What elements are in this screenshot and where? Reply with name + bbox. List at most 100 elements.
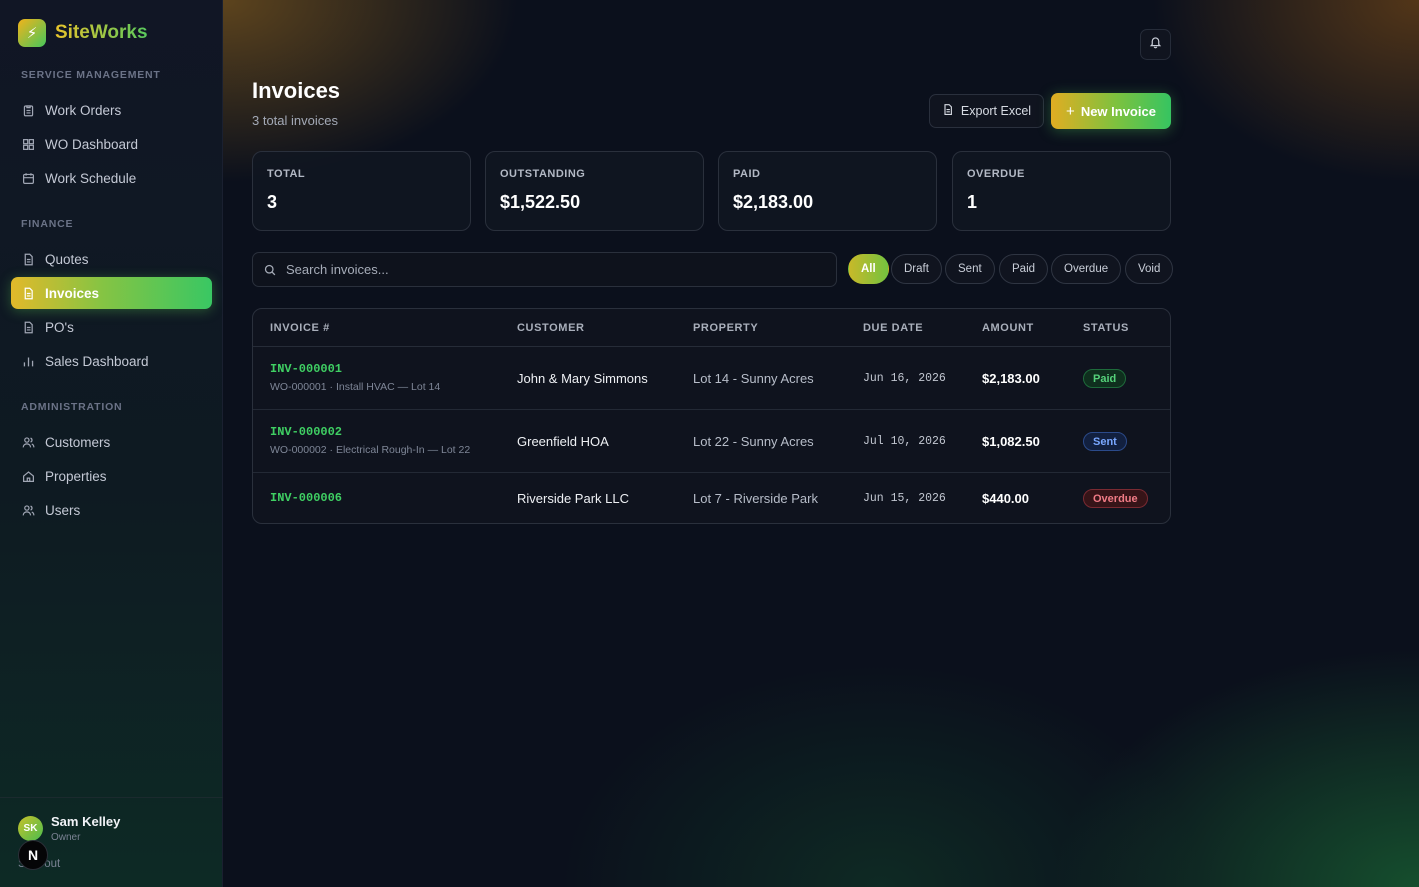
nav-section-administration: ADMINISTRATION bbox=[21, 401, 123, 413]
nav-section-finance: FINANCE bbox=[21, 218, 74, 230]
search-box bbox=[252, 252, 837, 287]
calendar-icon bbox=[22, 172, 35, 185]
sidebar-item-label: Sales Dashboard bbox=[45, 353, 149, 369]
stat-value: 3 bbox=[267, 192, 278, 212]
document-icon bbox=[22, 287, 35, 300]
clipboard-icon bbox=[22, 104, 35, 117]
brand[interactable]: ⚡ SiteWorks bbox=[0, 0, 222, 48]
property-cell: Lot 22 - Sunny Acres bbox=[693, 434, 814, 449]
due-date-cell: Jun 15, 2026 bbox=[863, 492, 946, 505]
property-cell: Lot 7 - Riverside Park bbox=[693, 491, 818, 506]
avatar[interactable]: SK bbox=[18, 816, 43, 841]
new-invoice-button[interactable]: + New Invoice bbox=[1051, 93, 1171, 129]
sidebar-item-label: Work Orders bbox=[45, 102, 122, 118]
column-header[interactable]: INVOICE # bbox=[270, 322, 330, 334]
sidebar-item-pos[interactable]: PO's bbox=[11, 311, 212, 343]
column-header[interactable]: CUSTOMER bbox=[517, 322, 585, 334]
sidebar-item-work-orders[interactable]: Work Orders bbox=[11, 94, 212, 126]
work-order-ref: WO-000001 · Install HVAC — Lot 14 bbox=[270, 381, 441, 393]
table-row[interactable]: INV-000002 WO-000002 · Electrical Rough-… bbox=[253, 410, 1170, 473]
stat-label: OUTSTANDING bbox=[500, 168, 586, 180]
sidebar-item-work-schedule[interactable]: Work Schedule bbox=[11, 162, 212, 194]
column-header[interactable]: STATUS bbox=[1083, 322, 1129, 334]
status-badge: Overdue bbox=[1083, 489, 1148, 508]
sidebar-item-label: Users bbox=[45, 502, 81, 518]
main-content: Invoices 3 total invoices Export Excel +… bbox=[223, 0, 1419, 887]
sidebar-item-label: Invoices bbox=[45, 285, 100, 301]
bell-icon bbox=[1149, 35, 1162, 54]
table-row[interactable]: INV-000001 WO-000001 · Install HVAC — Lo… bbox=[253, 347, 1170, 410]
dev-overlay-badge[interactable]: N bbox=[18, 840, 48, 870]
stat-label: TOTAL bbox=[267, 168, 306, 180]
stat-card-overdue: OVERDUE 1 bbox=[952, 151, 1171, 231]
stat-card-paid: PAID $2,183.00 bbox=[718, 151, 937, 231]
invoice-number[interactable]: INV-000002 bbox=[270, 425, 342, 439]
new-invoice-label: New Invoice bbox=[1080, 103, 1156, 119]
due-date-cell: Jun 16, 2026 bbox=[863, 372, 946, 385]
stat-card-total: TOTAL 3 bbox=[252, 151, 471, 231]
document-icon bbox=[22, 321, 35, 334]
sidebar-item-wo-dashboard[interactable]: WO Dashboard bbox=[11, 128, 212, 160]
customer-cell: Greenfield HOA bbox=[517, 434, 609, 449]
export-excel-button[interactable]: Export Excel bbox=[929, 94, 1044, 128]
stat-value: $1,522.50 bbox=[500, 192, 581, 212]
user-panel: SK Sam Kelley Owner Sign out N bbox=[0, 797, 223, 887]
filter-sent[interactable]: Sent bbox=[945, 254, 995, 284]
export-label: Export Excel bbox=[960, 104, 1032, 118]
page-title: Invoices bbox=[252, 78, 341, 103]
invoice-number[interactable]: INV-000001 bbox=[270, 362, 342, 376]
filter-void[interactable]: Void bbox=[1125, 254, 1174, 284]
users-icon bbox=[22, 504, 35, 517]
home-icon bbox=[22, 470, 35, 483]
sidebar-item-label: Quotes bbox=[45, 251, 89, 267]
column-header[interactable]: PROPERTY bbox=[693, 322, 758, 334]
status-badge: Sent bbox=[1083, 432, 1127, 451]
customer-cell: Riverside Park LLC bbox=[517, 491, 629, 506]
notifications-button[interactable] bbox=[1140, 29, 1171, 60]
plus-icon: + bbox=[1066, 102, 1075, 120]
bar-chart-icon bbox=[22, 355, 35, 368]
sidebar-item-users[interactable]: Users bbox=[11, 494, 212, 526]
invoices-table: INVOICE # CUSTOMER PROPERTY DUE DATE AMO… bbox=[252, 308, 1171, 524]
table-header: INVOICE # CUSTOMER PROPERTY DUE DATE AMO… bbox=[253, 309, 1170, 347]
user-name: Sam Kelley bbox=[51, 814, 121, 829]
grid-icon bbox=[22, 138, 35, 151]
sidebar-item-label: PO's bbox=[45, 319, 74, 335]
invoice-number[interactable]: INV-000006 bbox=[270, 491, 342, 505]
property-cell: Lot 14 - Sunny Acres bbox=[693, 371, 814, 386]
amount-cell: $1,082.50 bbox=[982, 434, 1040, 449]
search-icon bbox=[264, 264, 276, 276]
stat-label: OVERDUE bbox=[967, 168, 1025, 180]
sidebar-item-sales-dashboard[interactable]: Sales Dashboard bbox=[11, 345, 212, 377]
column-header[interactable]: AMOUNT bbox=[982, 322, 1034, 334]
document-icon bbox=[22, 253, 35, 266]
stat-label: PAID bbox=[733, 168, 761, 180]
filter-paid[interactable]: Paid bbox=[999, 254, 1049, 284]
customer-cell: John & Mary Simmons bbox=[517, 371, 648, 386]
sidebar-item-label: WO Dashboard bbox=[45, 136, 139, 152]
table-row[interactable]: INV-000006 Riverside Park LLC Lot 7 - Ri… bbox=[253, 473, 1170, 523]
column-header[interactable]: DUE DATE bbox=[863, 322, 923, 334]
page-subtitle: 3 total invoices bbox=[252, 113, 338, 128]
user-role: Owner bbox=[51, 832, 81, 843]
document-icon bbox=[942, 103, 954, 119]
amount-cell: $2,183.00 bbox=[982, 371, 1040, 386]
due-date-cell: Jul 10, 2026 bbox=[863, 435, 946, 448]
search-input[interactable] bbox=[286, 262, 806, 277]
filter-all[interactable]: All bbox=[848, 254, 889, 284]
status-badge: Paid bbox=[1083, 369, 1127, 388]
bolt-icon: ⚡ bbox=[18, 19, 46, 47]
sidebar-item-quotes[interactable]: Quotes bbox=[11, 243, 212, 275]
filter-overdue[interactable]: Overdue bbox=[1051, 254, 1122, 284]
sidebar-item-invoices[interactable]: Invoices bbox=[11, 277, 212, 309]
filter-draft[interactable]: Draft bbox=[891, 254, 942, 284]
amount-cell: $440.00 bbox=[982, 491, 1029, 506]
sidebar-item-customers[interactable]: Customers bbox=[11, 426, 212, 458]
sidebar-item-properties[interactable]: Properties bbox=[11, 460, 212, 492]
stat-value: $2,183.00 bbox=[733, 192, 814, 212]
work-order-ref: WO-000002 · Electrical Rough-In — Lot 22 bbox=[270, 444, 471, 456]
nav-section-service: SERVICE MANAGEMENT bbox=[21, 69, 161, 81]
stat-value: 1 bbox=[967, 192, 978, 212]
sidebar-item-label: Customers bbox=[45, 434, 111, 450]
brand-name: SiteWorks bbox=[55, 22, 148, 43]
